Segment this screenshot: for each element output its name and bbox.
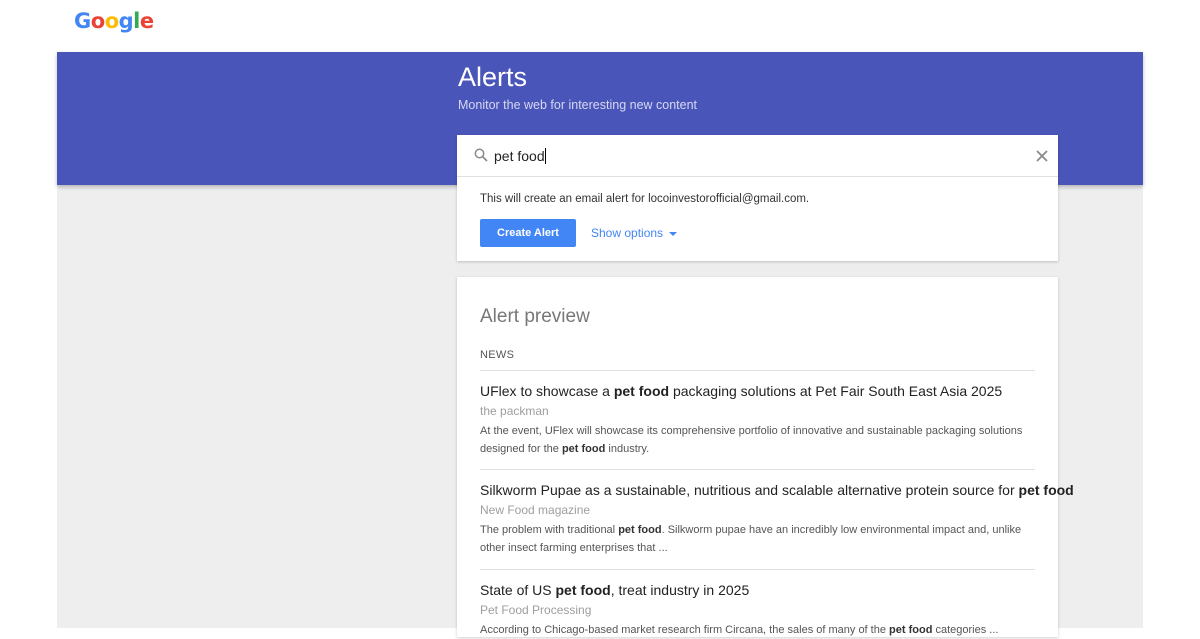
news-item: UFlex to showcase a pet food packaging s…	[480, 382, 1040, 458]
show-options-label: Show options	[591, 226, 664, 240]
news-item-title[interactable]: UFlex to showcase a pet food packaging s…	[480, 382, 1040, 400]
logo-letter: o	[104, 9, 119, 33]
caret-down-icon	[669, 231, 678, 236]
alert-preview-card: Alert preview NEWS UFlex to showcase a p…	[457, 277, 1074, 639]
text-caret	[545, 148, 546, 164]
logo-letter: e	[139, 9, 154, 33]
snippet-text: According to Chicago-based market resear…	[480, 624, 890, 636]
news-item-source: the packman	[480, 404, 549, 418]
search-input[interactable]	[494, 145, 1014, 167]
news-item-snippet: The problem with traditional pet food. S…	[480, 521, 1035, 557]
snippet-text: categories ...	[932, 624, 999, 636]
logo-letter: l	[133, 9, 140, 33]
divider	[480, 469, 1035, 470]
close-icon[interactable]	[1034, 148, 1050, 164]
page-title: Alerts	[458, 62, 528, 92]
top-bar: Google	[0, 0, 1200, 52]
news-item-title[interactable]: Silkworm Pupae as a sustainable, nutriti…	[480, 481, 1074, 499]
title-highlight: pet food	[555, 582, 611, 598]
news-item: State of US pet food, treat industry in …	[480, 581, 1040, 639]
title-highlight: pet food	[613, 383, 670, 399]
news-item-snippet: According to Chicago-based market resear…	[480, 621, 1035, 639]
title-text: Silkworm Pupae as a sustainable, nutriti…	[480, 482, 1019, 498]
snippet-highlight: pet food	[618, 524, 662, 536]
create-alert-button[interactable]: Create Alert	[480, 219, 576, 247]
title-text: packaging solutions at Pet Fair South Ea…	[669, 383, 1003, 399]
snippet-highlight: pet food	[889, 624, 933, 636]
search-icon	[474, 148, 488, 162]
news-section-label: NEWS	[480, 349, 515, 361]
google-logo[interactable]: Google	[74, 9, 154, 33]
news-item-source: Pet Food Processing	[480, 603, 592, 617]
page-subtitle: Monitor the web for interesting new cont…	[458, 98, 698, 112]
title-text: State of US	[480, 582, 556, 598]
news-item-source: New Food magazine	[480, 503, 591, 517]
logo-letter: g	[118, 9, 134, 33]
news-item: Silkworm Pupae as a sustainable, nutriti…	[480, 481, 1074, 557]
title-text: , treat industry in 2025	[610, 582, 750, 598]
divider	[480, 370, 1035, 371]
divider	[480, 569, 1035, 570]
email-alert-note: This will create an email alert for loco…	[480, 193, 810, 205]
snippet-text: The problem with traditional	[480, 524, 619, 536]
search-box	[457, 135, 1058, 177]
snippet-text: industry.	[605, 443, 650, 455]
news-item-snippet: At the event, UFlex will showcase its co…	[480, 422, 1035, 458]
alert-preview-title: Alert preview	[480, 306, 590, 327]
snippet-highlight: pet food	[561, 443, 606, 455]
news-item-title[interactable]: State of US pet food, treat industry in …	[480, 581, 1040, 599]
logo-letter: o	[90, 9, 105, 33]
title-highlight: pet food	[1018, 482, 1074, 498]
title-text: UFlex to showcase a	[480, 383, 614, 399]
show-options-link[interactable]: Show options	[591, 226, 678, 240]
logo-letter: G	[74, 9, 91, 33]
create-alert-card: This will create an email alert for loco…	[457, 135, 1058, 261]
